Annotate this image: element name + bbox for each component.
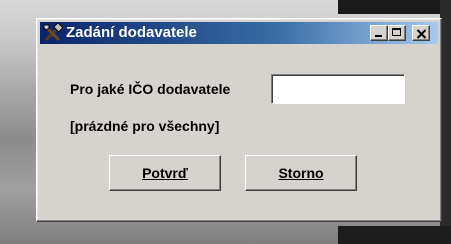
tools-icon[interactable] [43, 22, 64, 43]
background-window-edge-bottom [338, 226, 451, 244]
window-title: Zadání dodavatele [66, 24, 197, 41]
ico-hint: [prázdné pro všechny] [70, 118, 220, 134]
cancel-button[interactable]: Storno [245, 155, 357, 191]
supplier-dialog: Zadání dodavatele Pro jaké IČO dodavatel… [36, 18, 442, 222]
close-button[interactable] [412, 25, 430, 41]
title-bar[interactable]: Zadání dodavatele [40, 22, 438, 44]
background-window-edge-top [338, 0, 451, 14]
confirm-button-label: Potvrď [142, 165, 188, 181]
minimize-icon [375, 35, 382, 37]
ico-input[interactable] [271, 74, 405, 104]
confirm-button[interactable]: Potvrď [109, 155, 221, 191]
close-icon [416, 27, 427, 39]
maximize-icon [392, 28, 401, 36]
maximize-button[interactable] [388, 25, 406, 41]
cancel-button-label: Storno [278, 165, 324, 181]
minimize-button[interactable] [370, 25, 388, 41]
ico-label: Pro jaké IČO dodavatele [70, 81, 231, 97]
